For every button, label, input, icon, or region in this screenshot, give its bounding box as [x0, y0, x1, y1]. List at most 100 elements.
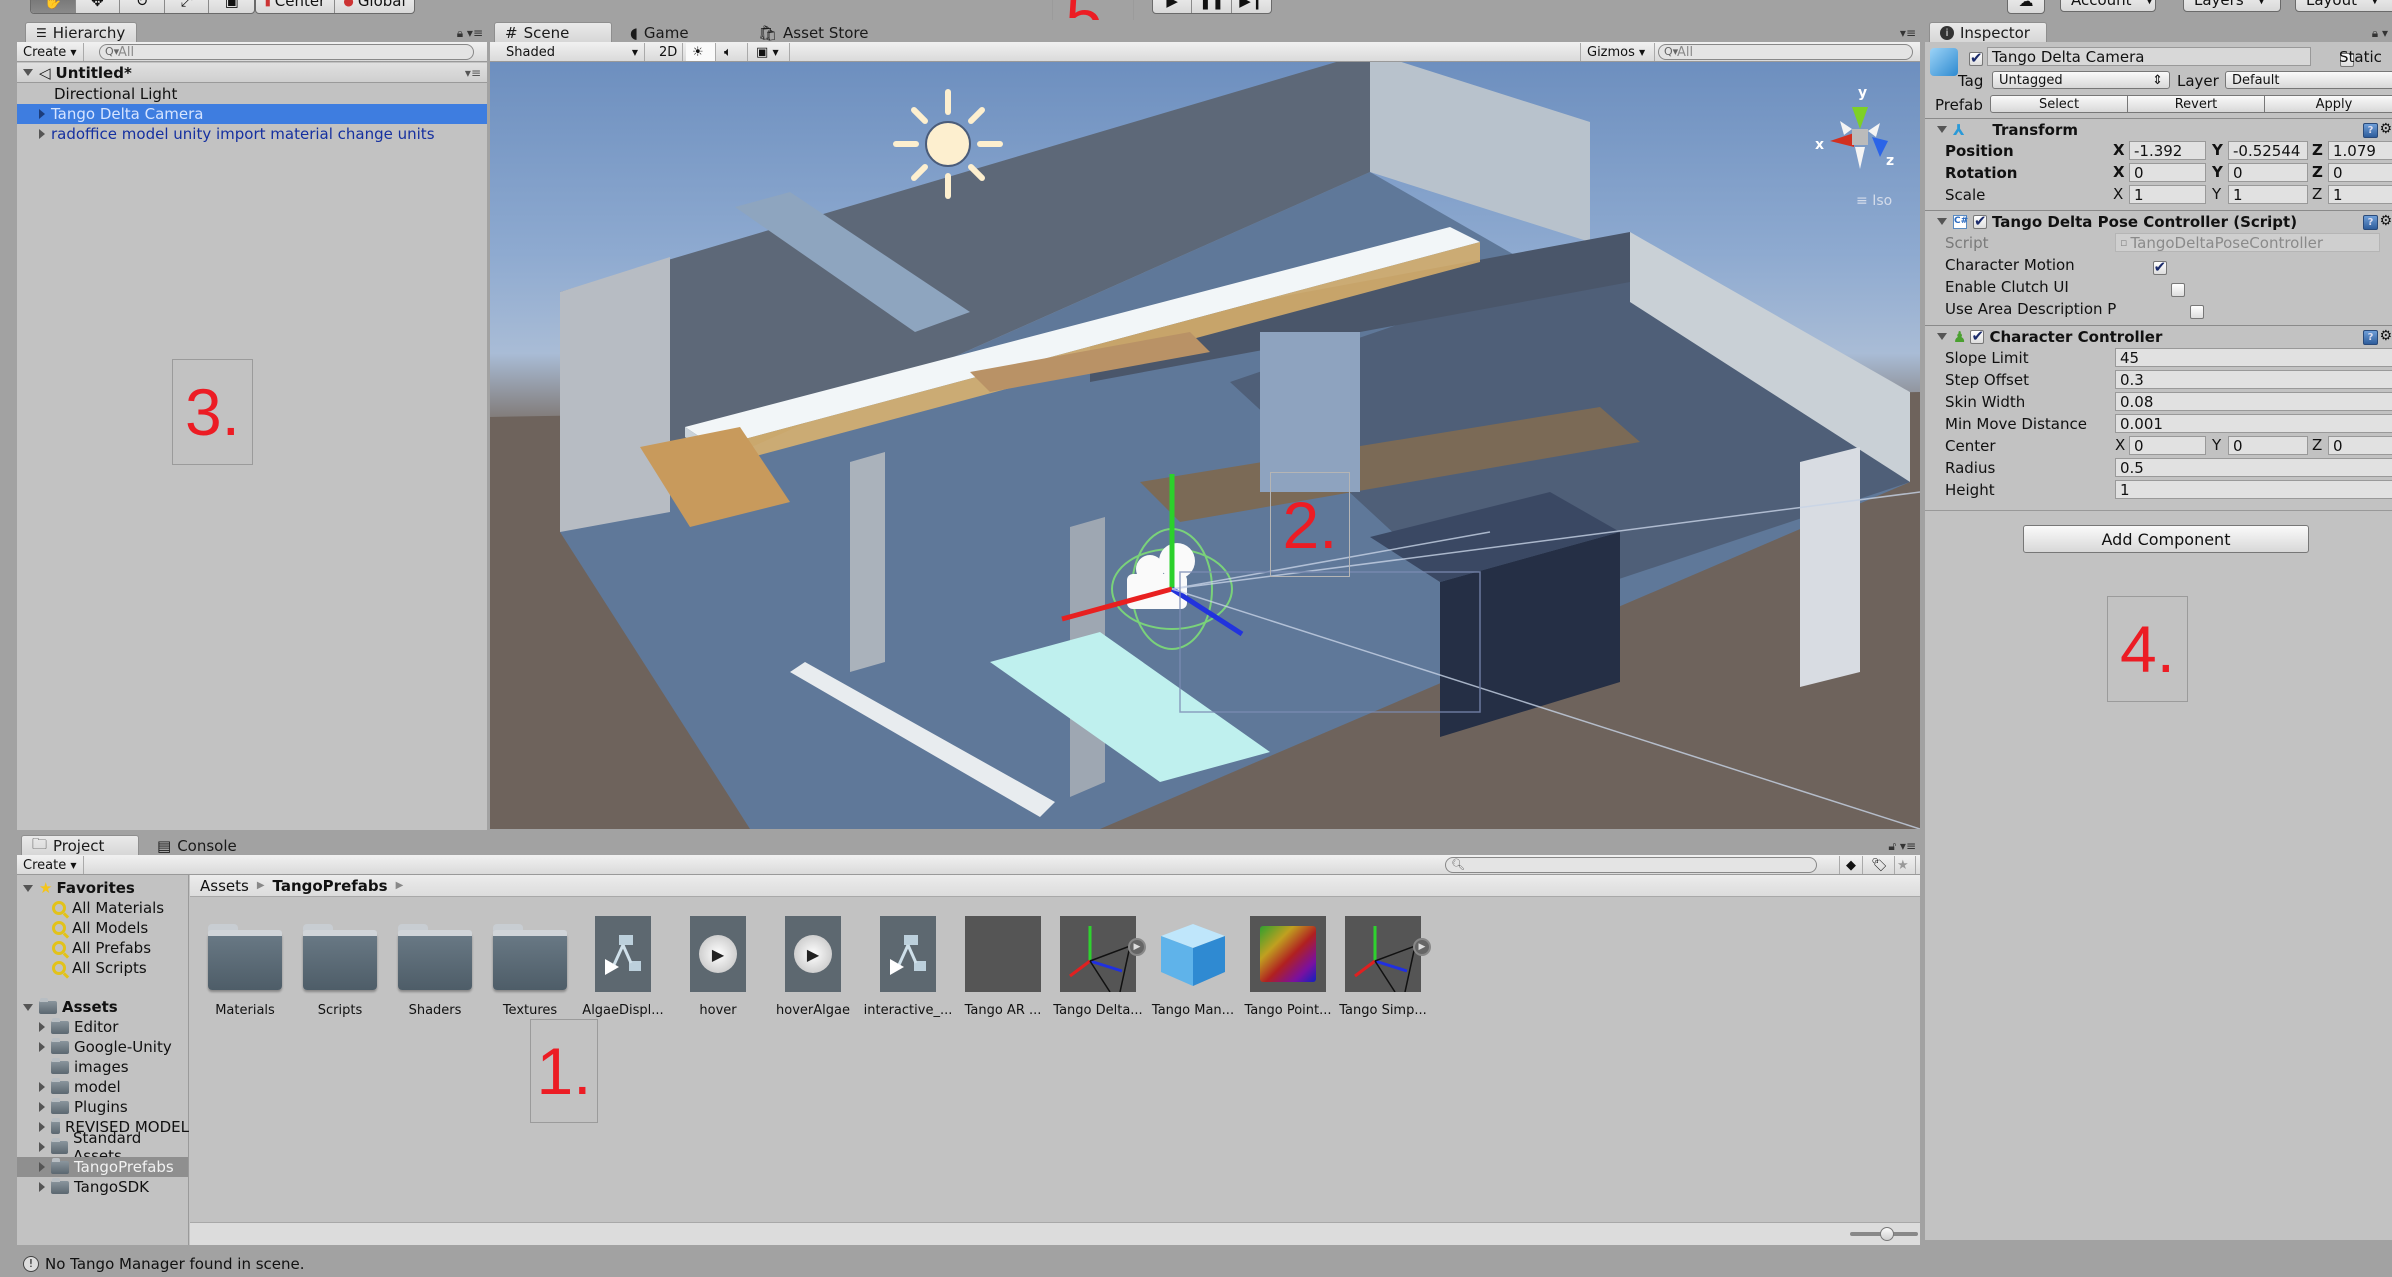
tab-game[interactable]: ◖ Game	[620, 22, 720, 43]
toggle-2d-button[interactable]: 2D	[653, 43, 683, 61]
favorite-button[interactable]: ★	[1891, 856, 1916, 874]
rotation-x-input[interactable]: 0	[2129, 163, 2206, 182]
tab-project[interactable]: 🗀 Project	[21, 835, 139, 856]
asset-item[interactable]: ▶ hoverAlgae	[768, 915, 858, 1018]
transform-header[interactable]: ⅄ Transform ? ⚙	[1925, 118, 2392, 140]
folder-item[interactable]: model	[39, 1077, 121, 1097]
tab-console[interactable]: ▤ Console	[147, 835, 257, 856]
help-icon[interactable]: ?	[2363, 123, 2378, 138]
move-tool-button[interactable]: ✥	[76, 0, 121, 13]
breadcrumb-item[interactable]: Assets	[200, 877, 249, 895]
rotation-y-input[interactable]: 0	[2228, 163, 2308, 182]
tab-inspector[interactable]: i Inspector	[1929, 22, 2047, 43]
lock-menu-icon[interactable]: 🔓︎ ▾≡	[1888, 839, 1916, 854]
collab-button[interactable]: ☁	[2007, 0, 2045, 14]
expand-arrow-icon[interactable]	[39, 1102, 45, 1112]
gear-icon[interactable]: ⚙	[2379, 121, 2392, 137]
pivot-mode-button[interactable]: ▮ Center	[256, 0, 335, 13]
asset-item[interactable]: Materials	[200, 915, 290, 1018]
asset-item[interactable]: ▶ hover	[673, 915, 763, 1018]
tag-dropdown[interactable]: Untagged ⇕	[1992, 71, 2170, 89]
asset-item[interactable]: interactive_...	[863, 915, 953, 1018]
expand-arrow-icon[interactable]	[39, 1182, 45, 1192]
expand-arrow-icon[interactable]	[39, 1122, 45, 1132]
asset-item[interactable]: Tango AR ...	[958, 915, 1048, 1018]
tab-scene[interactable]: # Scene	[494, 22, 612, 43]
asset-item[interactable]: Shaders	[390, 915, 480, 1018]
character-controller-header[interactable]: ♟ Character Controller ? ⚙	[1925, 325, 2392, 347]
help-icon[interactable]: ?	[2363, 215, 2378, 230]
expand-arrow-icon[interactable]	[39, 1042, 45, 1052]
center-z-input[interactable]: 0	[2328, 436, 2392, 455]
slider-thumb[interactable]	[1880, 1227, 1895, 1241]
pose-controller-header[interactable]: C# Tango Delta Pose Controller (Script) …	[1925, 210, 2392, 232]
center-x-input[interactable]: 0	[2129, 436, 2206, 455]
folder-item[interactable]: images	[51, 1057, 129, 1077]
radius-input[interactable]: 0.5	[2115, 458, 2392, 477]
rect-tool-button[interactable]: ▣	[209, 0, 254, 13]
active-checkbox[interactable]	[1969, 49, 1983, 67]
shading-mode-dropdown[interactable]: Shaded ▼	[500, 43, 645, 61]
asset-item[interactable]: ▶ Tango Delta...	[1053, 915, 1146, 1018]
expand-arrow-icon[interactable]	[23, 1003, 33, 1011]
prefab-select-button[interactable]: Select	[1990, 95, 2128, 113]
expand-arrow-icon[interactable]	[39, 1082, 45, 1092]
asset-item[interactable]: Scripts	[295, 915, 385, 1018]
layout-dropdown[interactable]: Layout ▼	[2295, 0, 2392, 12]
component-enabled-checkbox[interactable]	[1973, 212, 1987, 230]
asset-item[interactable]: Tango Point...	[1243, 915, 1333, 1018]
collapse-arrow-icon[interactable]	[1937, 333, 1947, 340]
character-motion-checkbox[interactable]	[2152, 258, 2167, 276]
skin-width-input[interactable]: 0.08	[2115, 392, 2392, 411]
panel-menu-icon[interactable]: ▾≡	[1900, 26, 1916, 40]
play-button[interactable]: ▶	[1153, 0, 1193, 13]
position-y-input[interactable]: -0.52544	[2228, 141, 2308, 160]
scene-menu-icon[interactable]: ▾≡	[465, 66, 481, 80]
asset-item[interactable]: Tango Man...	[1148, 915, 1238, 1018]
collapse-arrow-icon[interactable]	[1937, 126, 1947, 133]
hierarchy-item[interactable]: radoffice model unity import material ch…	[17, 124, 487, 144]
help-icon[interactable]: ?	[2363, 330, 2378, 345]
scale-x-input[interactable]: 1	[2129, 185, 2206, 204]
add-component-button[interactable]: Add Component	[2023, 525, 2309, 553]
folder-item[interactable]: Google-Unity	[39, 1037, 172, 1057]
step-offset-input[interactable]: 0.3	[2115, 370, 2392, 389]
pause-button[interactable]: ❚❚	[1192, 0, 1232, 13]
layer-dropdown[interactable]: Default	[2225, 71, 2392, 89]
hand-tool-button[interactable]: ✋	[31, 0, 76, 13]
position-z-input[interactable]: 1.079	[2328, 141, 2392, 160]
expand-arrow-icon[interactable]	[39, 129, 45, 139]
center-y-input[interactable]: 0	[2228, 436, 2308, 455]
tab-hierarchy[interactable]: ☰ Hierarchy	[25, 22, 137, 43]
favorite-item[interactable]: All Scripts	[52, 958, 147, 978]
hierarchy-create-dropdown[interactable]: Create ▼	[17, 43, 84, 61]
status-message[interactable]: No Tango Manager found in scene.	[45, 1255, 305, 1273]
favorites-row[interactable]: ★ Favorites	[23, 878, 135, 898]
assets-root-row[interactable]: Assets	[23, 997, 118, 1017]
folder-item[interactable]: TangoSDK	[39, 1177, 149, 1197]
script-reference-field[interactable]: ▫ TangoDeltaPoseController	[2115, 233, 2380, 252]
min-move-distance-input[interactable]: 0.001	[2115, 414, 2392, 433]
hierarchy-item[interactable]: Directional Light	[17, 84, 487, 104]
asset-item[interactable]: AlgaeDispl...	[578, 915, 668, 1018]
scene-viewport[interactable]: y x z ≡ Iso 2.	[490, 62, 1920, 829]
favorite-item[interactable]: All Materials	[52, 898, 164, 918]
prefab-revert-button[interactable]: Revert	[2127, 95, 2265, 113]
step-button[interactable]: ▶❙	[1232, 0, 1271, 13]
asset-item[interactable]: Textures	[485, 915, 575, 1018]
use-area-description-checkbox[interactable]	[2190, 304, 2205, 319]
project-create-dropdown[interactable]: Create ▼	[17, 856, 84, 874]
account-dropdown[interactable]: Account ▼	[2060, 0, 2156, 12]
expand-arrow-icon[interactable]	[23, 884, 33, 892]
asset-item[interactable]: ▶ Tango Simp...	[1338, 915, 1431, 1018]
breadcrumb-item[interactable]: TangoPrefabs	[273, 877, 388, 895]
folder-item[interactable]: Standard Assets	[39, 1129, 188, 1165]
component-enabled-checkbox[interactable]	[1970, 327, 1985, 345]
scale-y-input[interactable]: 1	[2228, 185, 2308, 204]
project-search-input[interactable]: 🔍︎	[1445, 857, 1817, 873]
filter-by-type-button[interactable]: ◆	[1839, 856, 1863, 874]
scale-z-input[interactable]: 1	[2328, 185, 2392, 204]
projection-label[interactable]: ≡ Iso	[1856, 193, 1892, 209]
folder-item[interactable]: Plugins	[39, 1097, 128, 1117]
prefab-apply-button[interactable]: Apply	[2264, 95, 2392, 113]
